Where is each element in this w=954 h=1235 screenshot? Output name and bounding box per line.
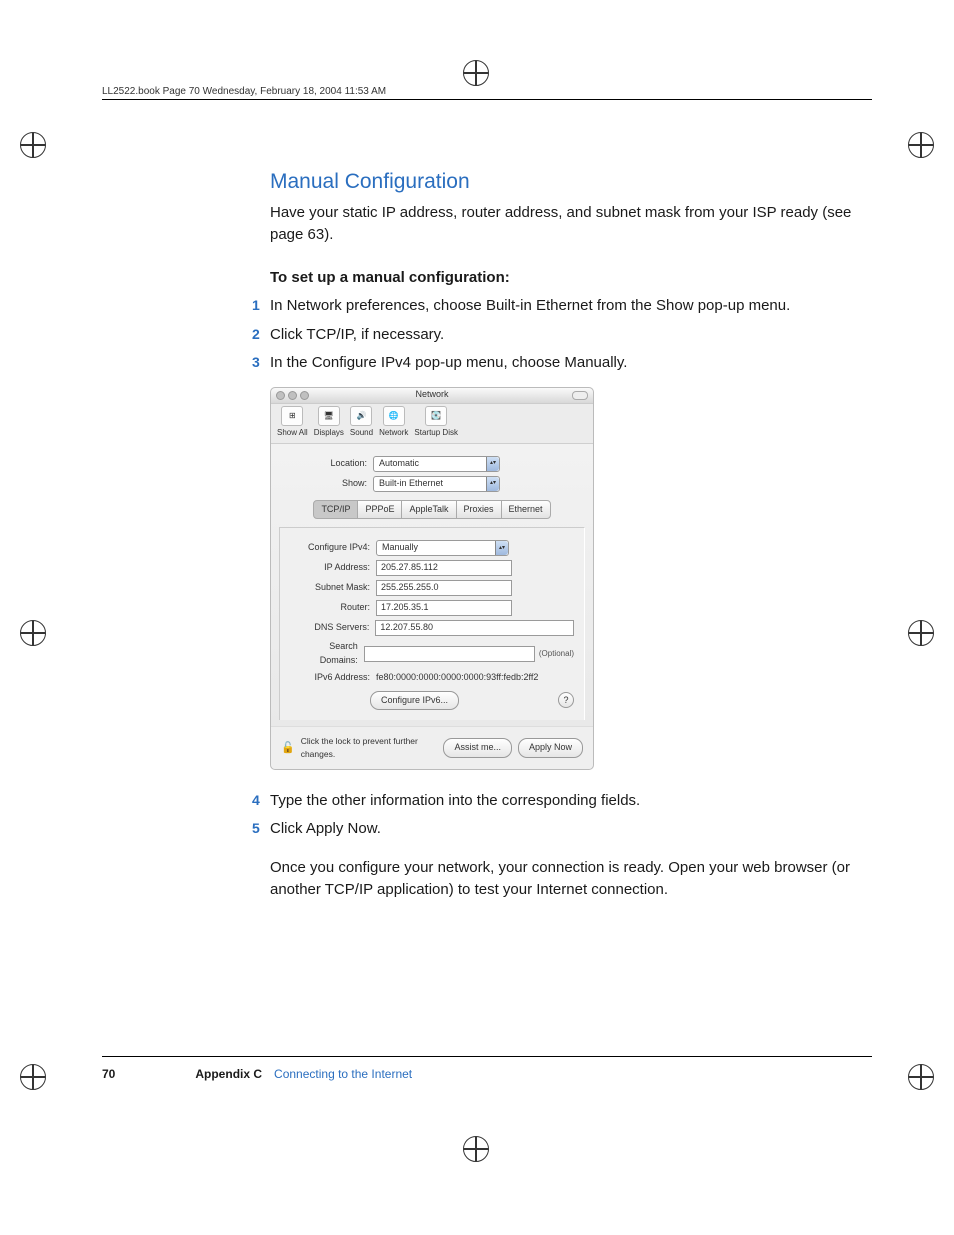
step-1: 1In Network preferences, choose Built-in… [270, 295, 855, 318]
ipv6-label: IPv6 Address: [290, 671, 376, 685]
ip-address-field[interactable]: 205.27.85.112 [376, 560, 512, 576]
step-text: Click Apply Now. [270, 820, 381, 837]
location-select[interactable]: Automatic ▴▾ [373, 456, 500, 472]
step-text: In the Configure IPv4 pop-up menu, choos… [270, 354, 627, 371]
dns-label: DNS Servers: [290, 621, 375, 635]
optional-label: (Optional) [539, 648, 574, 660]
chevron-updown-icon: ▴▾ [486, 457, 499, 471]
tab-ethernet[interactable]: Ethernet [501, 500, 551, 520]
grid-icon: ⊞ [281, 406, 303, 426]
window-title: Network [271, 388, 593, 402]
globe-icon: 🌐 [383, 406, 405, 426]
titlebar: Network [271, 388, 593, 404]
dialog-footer: 🔓 Click the lock to prevent further chan… [271, 726, 593, 769]
help-icon[interactable]: ? [558, 692, 574, 708]
subnet-label: Subnet Mask: [290, 581, 376, 595]
cropmark-icon [20, 132, 46, 163]
cropmark-icon [908, 132, 934, 163]
show-select[interactable]: Built-in Ethernet ▴▾ [373, 476, 500, 492]
section-heading: Manual Configuration [270, 166, 855, 198]
display-icon: 🖥 [318, 406, 340, 426]
toolbar-sound[interactable]: 🔊Sound [350, 406, 373, 439]
toolbar-displays[interactable]: 🖥Displays [314, 406, 344, 439]
subheading: To set up a manual configuration: [270, 267, 855, 290]
tcpip-panel: Configure IPv4: Manually ▴▾ IP Address:2… [279, 527, 585, 720]
framemaker-header: LL2522.book Page 70 Wednesday, February … [102, 86, 386, 97]
page-footer: 70 Appendix C Connecting to the Internet [102, 1056, 872, 1081]
tab-proxies[interactable]: Proxies [456, 500, 502, 520]
ip-label: IP Address: [290, 561, 376, 575]
chapter-title: Connecting to the Internet [274, 1067, 412, 1081]
step-3: 3In the Configure IPv4 pop-up menu, choo… [270, 352, 855, 375]
page-number: 70 [102, 1067, 115, 1081]
toolbar-toggle-icon[interactable] [572, 391, 588, 400]
cropmark-icon [20, 1064, 46, 1095]
network-dialog: Network ⊞Show All 🖥Displays 🔊Sound 🌐Netw… [270, 387, 594, 770]
cropmark-icon [908, 1064, 934, 1095]
step-4: 4Type the other information into the cor… [270, 790, 855, 813]
step-2: 2Click TCP/IP, if necessary. [270, 324, 855, 347]
cropmark-icon [908, 620, 934, 651]
show-value: Built-in Ethernet [379, 477, 443, 491]
step-text: Click TCP/IP, if necessary. [270, 326, 444, 343]
configure-ipv6-button[interactable]: Configure IPv6... [370, 691, 459, 711]
chevron-updown-icon: ▴▾ [495, 541, 508, 555]
header-rule [102, 99, 872, 100]
disk-icon: 💽 [425, 406, 447, 426]
prefs-toolbar: ⊞Show All 🖥Displays 🔊Sound 🌐Network 💽Sta… [271, 404, 593, 444]
sound-icon: 🔊 [350, 406, 372, 426]
toolbar-network[interactable]: 🌐Network [379, 406, 408, 439]
step-text: Type the other information into the corr… [270, 792, 640, 809]
search-domains-field[interactable] [364, 646, 535, 662]
router-label: Router: [290, 601, 376, 615]
configure-ipv4-label: Configure IPv4: [290, 541, 376, 555]
appendix-label: Appendix C [195, 1067, 262, 1081]
step-text: In Network preferences, choose Built-in … [270, 297, 790, 314]
cropmark-icon [20, 620, 46, 651]
subnet-mask-field[interactable]: 255.255.255.0 [376, 580, 512, 596]
cropmark-icon [463, 60, 489, 91]
location-label: Location: [279, 457, 373, 471]
chevron-updown-icon: ▴▾ [486, 477, 499, 491]
apply-now-button[interactable]: Apply Now [518, 738, 583, 758]
tab-appletalk[interactable]: AppleTalk [401, 500, 456, 520]
tab-pppoe[interactable]: PPPoE [357, 500, 402, 520]
configure-ipv4-value: Manually [382, 541, 418, 555]
assist-me-button[interactable]: Assist me... [443, 738, 512, 758]
search-domains-label: Search Domains: [290, 640, 364, 667]
ipv6-value: fe80:0000:0000:0000:0000:93ff:fedb:2ff2 [376, 671, 538, 685]
closing-text: Once you configure your network, your co… [270, 857, 855, 902]
cropmark-icon [463, 1136, 489, 1167]
step-5: 5Click Apply Now. [270, 818, 855, 841]
tab-tcpip[interactable]: TCP/IP [313, 500, 358, 520]
lock-text: Click the lock to prevent further change… [301, 735, 444, 761]
location-value: Automatic [379, 457, 419, 471]
configure-ipv4-select[interactable]: Manually ▴▾ [376, 540, 509, 556]
lock-icon[interactable]: 🔓 [281, 740, 295, 757]
tab-bar: TCP/IP PPPoE AppleTalk Proxies Ethernet [279, 500, 585, 520]
dns-servers-field[interactable]: 12.207.55.80 [375, 620, 574, 636]
toolbar-show-all[interactable]: ⊞Show All [277, 406, 308, 439]
intro-text: Have your static IP address, router addr… [270, 202, 855, 247]
toolbar-startup-disk[interactable]: 💽Startup Disk [414, 406, 458, 439]
show-label: Show: [279, 477, 373, 491]
router-field[interactable]: 17.205.35.1 [376, 600, 512, 616]
